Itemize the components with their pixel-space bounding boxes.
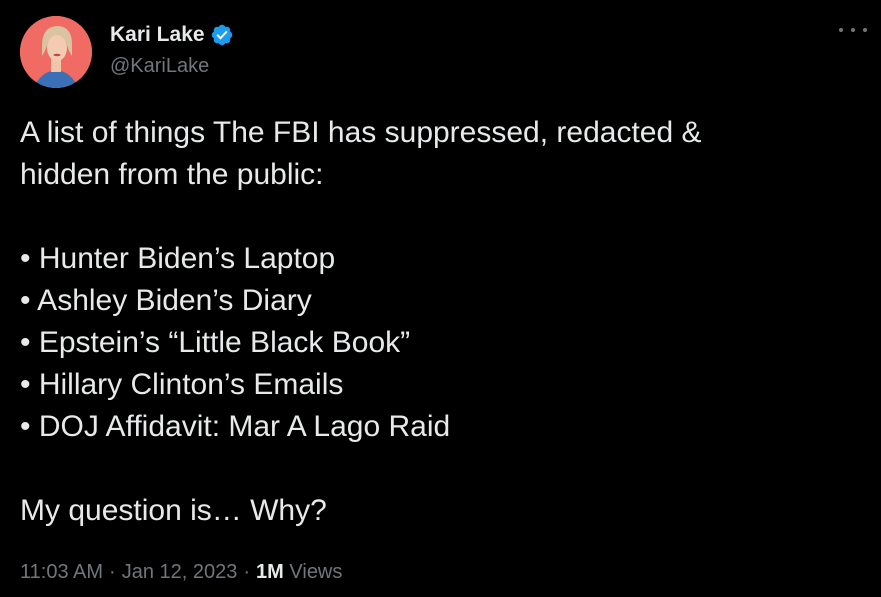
tweet-date[interactable]: Jan 12, 2023 [122, 561, 238, 583]
list-item: • Hillary Clinton’s Emails [20, 368, 344, 401]
tweet-text: A list of things The FBI has suppressed,… [20, 112, 860, 532]
verified-badge-icon [210, 23, 234, 47]
tweet-closing: My question is… Why? [20, 494, 327, 527]
views-label: Views [289, 561, 343, 583]
tweet-time[interactable]: 11:03 AM [20, 561, 103, 583]
separator: · [109, 561, 116, 583]
list-item: • DOJ Affidavit: Mar A Lago Raid [20, 410, 451, 443]
list-item: • Hunter Biden’s Laptop [20, 242, 336, 275]
tweet-intro-line: hidden from the public: [20, 158, 324, 191]
views-count: 1M [256, 561, 284, 583]
author-handle[interactable]: @KariLake [110, 54, 209, 78]
separator: · [243, 561, 251, 583]
avatar[interactable] [20, 16, 92, 88]
tweet-meta: 11:03 AM · Jan 12, 2023 · 1M Views [20, 558, 342, 586]
author-display-name[interactable]: Kari Lake [110, 22, 205, 48]
author-name-row[interactable]: Kari Lake [110, 22, 234, 48]
list-item: • Epstein’s “Little Black Book” [20, 326, 411, 359]
tweet-intro-line: A list of things The FBI has suppressed,… [20, 116, 702, 149]
list-item: • Ashley Biden’s Diary [20, 284, 312, 317]
tweet: Kari Lake @KariLake A list of things The… [0, 0, 881, 597]
avatar-image [20, 16, 92, 88]
more-icon[interactable] [839, 20, 867, 40]
